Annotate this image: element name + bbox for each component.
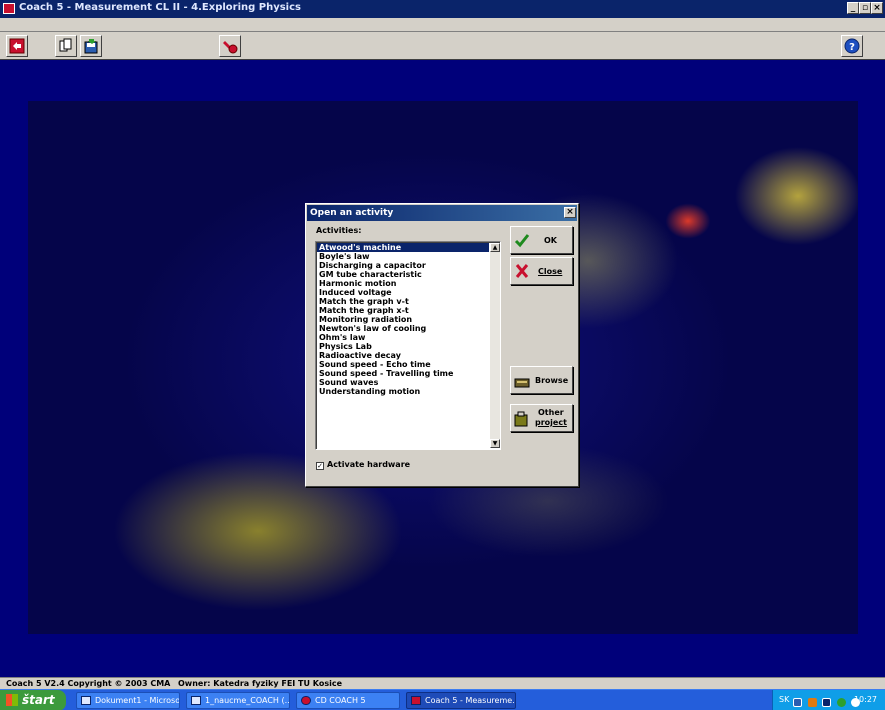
exit-button[interactable]	[6, 35, 28, 57]
list-item[interactable]: Harmonic motion	[317, 279, 489, 288]
language-indicator[interactable]: SK	[779, 690, 789, 710]
network-icon[interactable]	[793, 698, 802, 707]
close-label: Close	[538, 267, 563, 276]
minimize-button[interactable]: _	[847, 2, 859, 14]
browse-button[interactable]: Browse	[510, 366, 573, 394]
dialog-close-button[interactable]: ×	[564, 207, 576, 218]
tray-app-icon[interactable]	[807, 698, 817, 707]
ok-label: OK	[544, 236, 557, 245]
taskbar-item-label: 1_naucme_COACH (...	[205, 696, 290, 705]
word-doc-icon	[191, 696, 201, 705]
list-item[interactable]: Monitoring radiation	[317, 315, 489, 324]
other-project-icon	[514, 411, 528, 427]
activate-hardware-label: Activate hardware	[327, 460, 411, 469]
media-icon[interactable]	[822, 698, 832, 707]
list-item[interactable]: Sound speed - Travelling time	[317, 369, 489, 378]
svg-text:?: ?	[849, 42, 855, 53]
list-item[interactable]: Newton's law of cooling	[317, 324, 489, 333]
antivirus-icon[interactable]	[836, 698, 846, 707]
taskbar-item[interactable]: Dokument1 - Microsof...	[76, 692, 180, 709]
list-scrollbar[interactable]: ▲ ▼	[490, 243, 500, 448]
list-item[interactable]: Understanding motion	[317, 387, 489, 396]
list-item[interactable]: Ohm's law	[317, 333, 489, 342]
list-item[interactable]: Match the graph x-t	[317, 306, 489, 315]
list-item[interactable]: Induced voltage	[317, 288, 489, 297]
ok-button[interactable]: OK	[510, 226, 573, 254]
start-label: štart	[22, 693, 55, 707]
list-item[interactable]: Boyle's law	[317, 252, 489, 261]
other-project-button[interactable]: Other project	[510, 404, 573, 432]
close-window-button[interactable]: ×	[871, 2, 883, 14]
windows-logo-icon	[6, 694, 18, 706]
owner-text: Owner: Katedra fyziky FEI TU Kosice	[178, 679, 343, 688]
taskbar-item-label: CD COACH 5	[315, 696, 366, 705]
save-icon	[84, 39, 98, 54]
system-tray: SK 10:27	[772, 690, 885, 710]
exit-icon	[9, 38, 25, 54]
list-item[interactable]: GM tube characteristic	[317, 270, 489, 279]
copyright-text: Coach 5 V2.4 Copyright © 2003 CMA	[6, 679, 171, 688]
copy-icon	[59, 38, 72, 52]
list-item[interactable]: Radioactive decay	[317, 351, 489, 360]
taskbar: štart Dokument1 - Microsof... 1_naucme_C…	[0, 689, 885, 710]
window-title: Coach 5 - Measurement CL II - 4.Explorin…	[19, 2, 301, 13]
taskbar-item-label: Dokument1 - Microsof...	[95, 696, 180, 705]
list-item[interactable]: Sound waves	[317, 378, 489, 387]
list-item[interactable]: Sound speed - Echo time	[317, 360, 489, 369]
activities-label: Activities:	[316, 226, 362, 235]
app-icon[interactable]	[3, 3, 15, 14]
dialog-title: Open an activity	[307, 205, 577, 221]
close-button[interactable]: Close	[510, 257, 573, 285]
list-item[interactable]: Discharging a capacitor	[317, 261, 489, 270]
cd-icon	[301, 696, 311, 705]
scroll-down-icon[interactable]: ▼	[490, 439, 500, 448]
start-button[interactable]: štart	[0, 690, 66, 710]
clock[interactable]: 10:27	[854, 690, 877, 710]
word-doc-icon	[81, 696, 91, 705]
open-activity-dialog: Open an activity × Activities: Atwood's …	[305, 203, 579, 487]
taskbar-item[interactable]: CD COACH 5	[296, 692, 400, 709]
menu-strip	[0, 18, 885, 32]
tools-button[interactable]	[219, 35, 241, 57]
ok-check-icon	[514, 234, 530, 248]
list-item[interactable]: Atwood's machine	[317, 243, 489, 252]
other-project-label-1: Other	[538, 408, 564, 417]
copy-button[interactable]	[55, 35, 77, 57]
taskbar-item-active[interactable]: Coach 5 - Measureme...	[406, 692, 516, 709]
toolbar: ?	[0, 32, 885, 60]
close-x-icon	[515, 264, 529, 278]
taskbar-item-label: Coach 5 - Measureme...	[425, 696, 516, 705]
checkbox-check-icon[interactable]: ✓	[316, 462, 324, 470]
browse-icon	[514, 378, 530, 388]
status-bar: Coach 5 V2.4 Copyright © 2003 CMA Owner:…	[0, 677, 885, 689]
taskbar-item[interactable]: 1_naucme_COACH (...	[186, 692, 290, 709]
scroll-up-icon[interactable]: ▲	[490, 243, 500, 252]
save-button[interactable]	[80, 35, 102, 57]
coach-app-icon	[411, 696, 421, 705]
help-button[interactable]: ?	[841, 35, 863, 57]
other-project-label-2: project	[535, 418, 567, 427]
window-titlebar[interactable]: Coach 5 - Measurement CL II - 4.Explorin…	[0, 0, 885, 18]
list-item[interactable]: Physics Lab	[317, 342, 489, 351]
help-icon: ?	[844, 38, 860, 54]
activate-hardware-checkbox[interactable]: ✓ Activate hardware	[316, 460, 410, 470]
activities-list[interactable]: Atwood's machine Boyle's law Discharging a…	[315, 241, 501, 450]
restore-button[interactable]: ▫	[859, 2, 871, 14]
list-item[interactable]: Match the graph v-t	[317, 297, 489, 306]
browse-label: Browse	[535, 376, 569, 385]
tools-icon	[223, 41, 238, 54]
